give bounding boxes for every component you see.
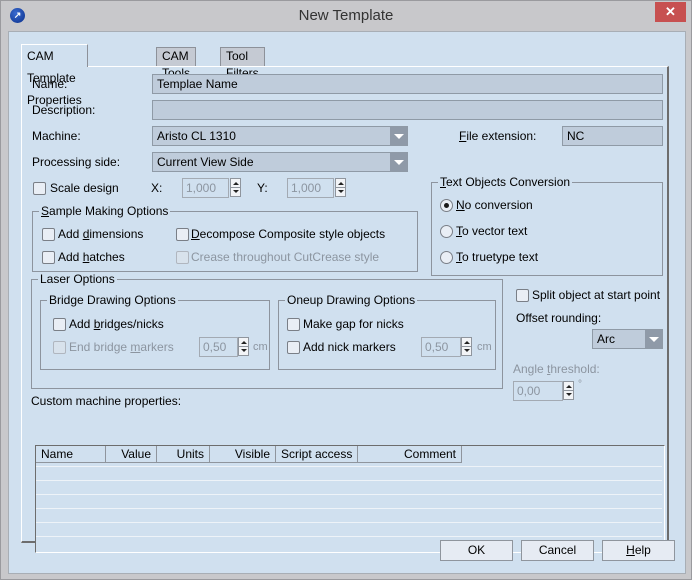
text-objects-conversion-group: Text Objects Conversion No conversion To… xyxy=(431,175,663,276)
add-dimensions-checkbox[interactable] xyxy=(42,228,55,241)
bridge-size-spinner[interactable] xyxy=(238,337,249,356)
sample-making-options-title: Sample Making Options xyxy=(39,204,171,218)
end-bridge-markers-label: End bridge markers xyxy=(69,340,174,354)
add-hatches-checkbox[interactable] xyxy=(42,251,55,264)
processing-side-dropdown[interactable]: Current View Side xyxy=(152,152,408,172)
nick-size-spinner[interactable] xyxy=(461,337,472,356)
offset-rounding-label: Offset rounding: xyxy=(516,311,602,325)
scale-x-spinner[interactable] xyxy=(230,178,241,197)
crease-throughout-checkbox[interactable] xyxy=(176,251,189,264)
help-button[interactable]: Help xyxy=(602,540,675,561)
no-conversion-radio[interactable] xyxy=(440,199,453,212)
scale-y-spinner[interactable] xyxy=(335,178,346,197)
offset-rounding-value: Arc xyxy=(597,332,615,346)
bridge-drawing-options-group: Bridge Drawing Options Add bridges/nicks… xyxy=(40,293,270,370)
dialog-client-area: CAM Template Properties CAM Tools Tool F… xyxy=(8,31,686,574)
tab-cam-template-properties[interactable]: CAM Template Properties xyxy=(21,44,88,107)
oneup-drawing-options-group: Oneup Drawing Options Make gap for nicks… xyxy=(278,293,496,370)
nick-size-unit: cm xyxy=(477,341,492,353)
add-hatches-label: Add hatches xyxy=(58,250,125,264)
tab-cam-tools[interactable]: CAM Tools xyxy=(156,47,196,80)
oneup-drawing-options-title: Oneup Drawing Options xyxy=(285,293,418,307)
title-bar[interactable]: ↗ New Template ✕ xyxy=(1,1,691,31)
scale-design-label: Scale design xyxy=(50,181,119,195)
scale-y-label: Y: xyxy=(257,181,268,195)
crease-throughout-label: Crease throughout CutCrease style xyxy=(191,250,380,264)
end-bridge-markers-checkbox[interactable] xyxy=(53,341,66,354)
machine-dropdown[interactable]: Aristo CL 1310 xyxy=(152,126,408,146)
angle-threshold-input[interactable]: 0,00 xyxy=(513,381,563,401)
split-object-checkbox[interactable] xyxy=(516,289,529,302)
name-input[interactable]: Templae Name xyxy=(152,74,663,94)
custom-properties-table[interactable]: Name Value Units Visible Script access C… xyxy=(35,445,665,553)
decompose-composite-label: Decompose Composite style objects xyxy=(191,227,386,241)
cancel-button[interactable]: Cancel xyxy=(521,540,594,561)
add-nick-markers-label: Add nick markers xyxy=(303,340,396,354)
table-row-divider xyxy=(36,494,662,495)
laser-options-title: Laser Options xyxy=(38,272,117,286)
column-header-name[interactable]: Name xyxy=(36,446,106,463)
table-row-divider xyxy=(36,522,662,523)
column-header-comment[interactable]: Comment xyxy=(358,446,462,463)
table-row-divider xyxy=(36,536,662,537)
column-header-script-access[interactable]: Script access xyxy=(276,446,358,463)
cam-template-properties-panel: Name: Templae Name Description: Machine:… xyxy=(21,66,669,553)
to-vector-text-label: To vector text xyxy=(456,224,528,238)
bridge-drawing-options-title: Bridge Drawing Options xyxy=(47,293,178,307)
chevron-down-icon[interactable] xyxy=(390,127,407,145)
file-extension-label: File extension: xyxy=(459,129,537,143)
offset-rounding-dropdown[interactable]: Arc xyxy=(592,329,663,349)
scale-x-label: X: xyxy=(151,181,163,195)
split-object-label: Split object at start point xyxy=(532,288,661,302)
to-truetype-text-radio[interactable] xyxy=(440,251,453,264)
column-header-visible[interactable]: Visible xyxy=(210,446,276,463)
scale-design-checkbox[interactable] xyxy=(33,182,46,195)
bridge-size-input[interactable]: 0,50 xyxy=(199,337,238,357)
text-objects-conversion-title: Text Objects Conversion xyxy=(438,175,573,189)
description-input[interactable] xyxy=(152,100,663,120)
chevron-down-icon[interactable] xyxy=(645,330,662,348)
column-header-value[interactable]: Value xyxy=(106,446,157,463)
column-header-units[interactable]: Units xyxy=(157,446,210,463)
table-row-divider xyxy=(36,508,662,509)
no-conversion-label: No conversion xyxy=(456,198,533,212)
angle-threshold-label: Angle threshold: xyxy=(513,362,600,376)
laser-options-group: Laser Options Bridge Drawing Options Add… xyxy=(31,272,503,389)
tab-tool-filters[interactable]: Tool Filters xyxy=(220,47,265,80)
decompose-composite-checkbox[interactable] xyxy=(176,228,189,241)
custom-machine-properties-label: Custom machine properties: xyxy=(31,394,182,408)
angle-unit: ° xyxy=(578,379,582,390)
to-truetype-text-label: To truetype text xyxy=(456,250,539,264)
file-extension-input[interactable]: NC xyxy=(562,126,663,146)
bridge-size-unit: cm xyxy=(253,341,268,353)
chevron-down-icon[interactable] xyxy=(390,153,407,171)
add-bridges-label: Add bridges/nicks xyxy=(69,317,164,331)
close-button[interactable]: ✕ xyxy=(655,2,686,22)
sample-making-options-group: Sample Making Options Add dimensions Dec… xyxy=(32,204,418,272)
processing-side-value: Current View Side xyxy=(157,155,254,169)
make-gap-for-nicks-label: Make gap for nicks xyxy=(303,317,404,331)
machine-label: Machine: xyxy=(32,129,81,143)
table-row-divider xyxy=(36,466,662,467)
add-nick-markers-checkbox[interactable] xyxy=(287,341,300,354)
processing-side-label: Processing side: xyxy=(32,155,121,169)
add-bridges-checkbox[interactable] xyxy=(53,318,66,331)
angle-threshold-spinner[interactable] xyxy=(563,381,574,400)
new-template-dialog: ↗ New Template ✕ CAM Template Properties… xyxy=(0,0,692,580)
window-title: New Template xyxy=(298,7,394,24)
to-vector-text-radio[interactable] xyxy=(440,225,453,238)
scale-y-input[interactable]: 1,000 xyxy=(287,178,334,198)
ok-button[interactable]: OK xyxy=(440,540,513,561)
nick-size-input[interactable]: 0,50 xyxy=(421,337,461,357)
scale-x-input[interactable]: 1,000 xyxy=(182,178,229,198)
table-row-divider xyxy=(36,480,662,481)
table-header: Name Value Units Visible Script access C… xyxy=(36,446,664,463)
machine-value: Aristo CL 1310 xyxy=(157,129,236,143)
make-gap-for-nicks-checkbox[interactable] xyxy=(287,318,300,331)
add-dimensions-label: Add dimensions xyxy=(58,227,144,241)
